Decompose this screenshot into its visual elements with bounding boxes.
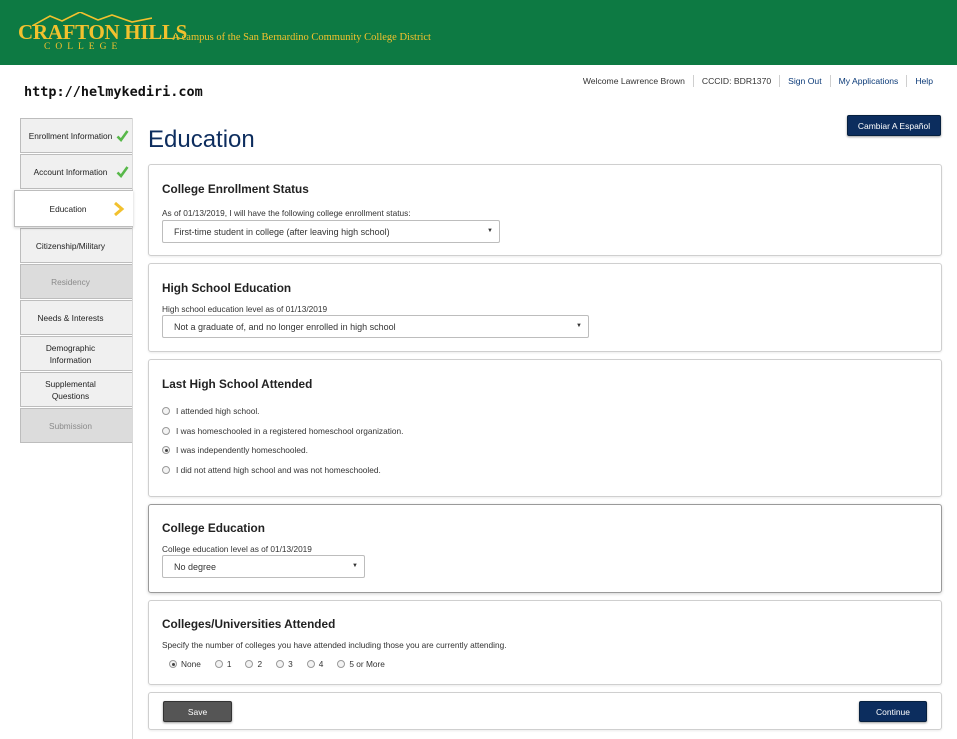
field-label: Specify the number of colleges you have … — [162, 640, 507, 650]
header-tagline: A campus of the San Bernardino Community… — [172, 32, 431, 43]
radio-label: 3 — [288, 659, 293, 669]
hs-option-attended[interactable]: I attended high school. — [162, 406, 260, 416]
hs-option-none[interactable]: I did not attend high school and was not… — [162, 465, 381, 475]
sidebar-item-label: Demographic Information — [45, 342, 96, 365]
sidebar-item-label: Account Information — [33, 166, 108, 177]
radio-button[interactable] — [162, 407, 170, 415]
radio-label: 5 or More — [349, 659, 385, 669]
sidebar-item-label: Citizenship/Military — [35, 240, 106, 251]
college-education-card: College Education College education leve… — [148, 504, 942, 593]
page-title: Education — [148, 126, 255, 153]
hs-option-independent-homeschool[interactable]: I was independently homeschooled. — [162, 445, 308, 455]
radio-button[interactable] — [162, 427, 170, 435]
action-bar: Save Continue — [148, 692, 942, 730]
count-option-none[interactable]: None — [169, 659, 201, 669]
caret-down-icon: ▼ — [352, 563, 358, 569]
select-value: No degree — [174, 561, 217, 572]
sidebar-item-needs-interests[interactable]: Needs & Interests — [20, 300, 133, 335]
radio-label: 2 — [257, 659, 263, 669]
section-heading: College Education — [162, 521, 265, 535]
my-applications-link[interactable]: My Applications — [829, 75, 907, 87]
radio-label: I attended high school. — [176, 406, 260, 416]
caret-down-icon: ▼ — [487, 228, 493, 234]
college-logo[interactable]: CRAFTON HILLS COLLEGE — [18, 12, 187, 54]
sidebar-item-label: Education — [49, 203, 87, 214]
radio-label: I was independently homeschooled. — [176, 445, 308, 455]
sidebar-item-demographic-information[interactable]: Demographic Information — [20, 336, 133, 371]
radio-button[interactable] — [276, 660, 285, 668]
help-link[interactable]: Help — [906, 75, 941, 87]
radio-button[interactable] — [245, 660, 254, 668]
colleges-attended-card: Colleges/Universities Attended Specify t… — [148, 600, 942, 685]
high-school-education-card: High School Education High school educat… — [148, 263, 942, 352]
high-school-level-select[interactable]: Not a graduate of, and no longer enrolle… — [162, 315, 589, 338]
check-icon — [116, 130, 129, 142]
chevron-right-icon — [114, 202, 125, 216]
sidebar-item-label: Enrollment Information — [28, 130, 113, 141]
radio-label: I was homeschooled in a registered homes… — [176, 426, 404, 436]
field-label: As of 01/13/2019, I will have the follow… — [162, 208, 411, 218]
radio-button-selected[interactable] — [162, 446, 170, 454]
sidebar-item-label: Needs & Interests — [37, 312, 104, 323]
sidebar-item-label: Submission — [49, 420, 92, 431]
radio-button[interactable] — [162, 466, 170, 474]
sidebar-item-label: Supplemental Questions — [45, 378, 96, 401]
sidebar-item-submission: Submission — [20, 408, 133, 443]
save-button[interactable]: Save — [163, 701, 232, 722]
field-label: High school education level as of 01/13/… — [162, 304, 328, 314]
header-banner: CRAFTON HILLS COLLEGE A campus of the Sa… — [0, 0, 957, 65]
college-enrollment-card: College Enrollment Status As of 01/13/20… — [148, 164, 942, 256]
watermark-url: http://helmykediri.com — [24, 84, 203, 100]
sidebar-item-enrollment-information[interactable]: Enrollment Information — [20, 118, 133, 153]
select-value: First-time student in college (after lea… — [174, 226, 390, 237]
logo-subtitle: COLLEGE — [44, 42, 123, 52]
check-icon — [116, 166, 129, 178]
progress-sidebar: Enrollment Information Account Informati… — [14, 118, 133, 444]
college-count-options: None 1 2 3 4 5 or More — [169, 659, 399, 669]
radio-label: None — [181, 659, 201, 669]
sidebar-item-citizenship-military[interactable]: Citizenship/Military — [20, 228, 133, 263]
radio-label: 4 — [318, 659, 324, 669]
sign-out-link[interactable]: Sign Out — [779, 75, 829, 87]
radio-button-selected[interactable] — [169, 660, 177, 668]
language-toggle-button[interactable]: Cambiar A Español — [847, 115, 941, 136]
welcome-text: Welcome Lawrence Brown — [582, 76, 685, 86]
select-value: Not a graduate of, and no longer enrolle… — [174, 321, 396, 332]
sidebar-item-education[interactable]: Education — [14, 190, 133, 227]
radio-button[interactable] — [214, 660, 223, 668]
radio-label: I did not attend high school and was not… — [176, 465, 381, 475]
count-option-1[interactable]: 1 — [214, 659, 232, 669]
count-option-5-or-more[interactable]: 5 or More — [337, 659, 385, 669]
section-heading: High School Education — [162, 281, 292, 295]
utility-nav: Welcome Lawrence Brown CCCID: BDR1370 Si… — [575, 75, 941, 87]
college-level-select[interactable]: No degree ▼ — [162, 555, 365, 578]
section-heading: Last High School Attended — [162, 377, 313, 391]
section-heading: College Enrollment Status — [162, 182, 309, 196]
radio-button[interactable] — [306, 660, 315, 668]
caret-down-icon: ▼ — [576, 323, 582, 329]
hs-option-registered-homeschool[interactable]: I was homeschooled in a registered homes… — [162, 426, 403, 436]
radio-label: 1 — [226, 659, 232, 669]
count-option-2[interactable]: 2 — [245, 659, 262, 669]
count-option-4[interactable]: 4 — [306, 659, 324, 669]
cccid-text: CCCID: BDR1370 — [692, 75, 779, 87]
last-high-school-card: Last High School Attended I attended hig… — [148, 359, 942, 497]
sidebar-item-account-information[interactable]: Account Information — [20, 154, 133, 189]
enrollment-status-select[interactable]: First-time student in college (after lea… — [162, 220, 500, 243]
radio-button[interactable] — [337, 660, 346, 668]
sidebar-item-residency: Residency — [20, 264, 133, 299]
count-option-3[interactable]: 3 — [276, 659, 293, 669]
field-label: College education level as of 01/13/2019 — [162, 544, 312, 554]
sidebar-item-supplemental-questions[interactable]: Supplemental Questions — [20, 372, 133, 407]
sidebar-item-label: Residency — [51, 276, 90, 287]
continue-button[interactable]: Continue — [859, 701, 927, 722]
section-heading: Colleges/Universities Attended — [162, 617, 336, 631]
